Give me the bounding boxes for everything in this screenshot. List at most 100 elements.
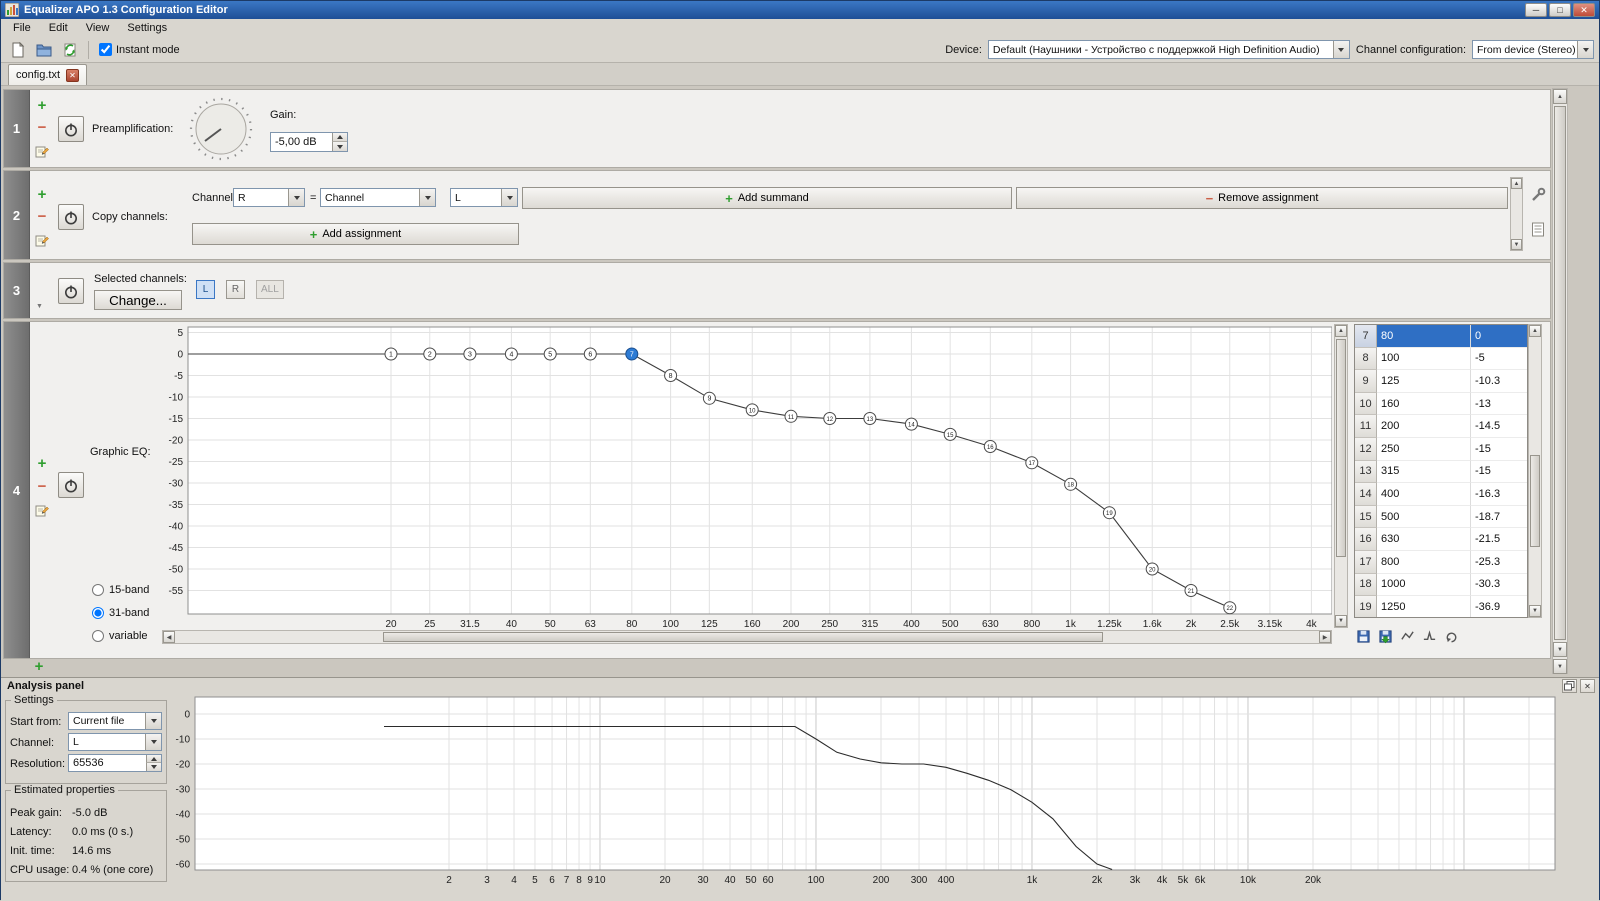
normalize-response-button[interactable] [1420, 627, 1438, 645]
instant-mode-checkbox[interactable] [99, 43, 112, 56]
scroll-right-icon[interactable]: ▶ [1319, 631, 1331, 643]
band-gain-cell[interactable]: 0 [1471, 325, 1527, 348]
scroll-down-icon[interactable]: ▼ [1529, 605, 1541, 617]
scroll-down-icon[interactable]: ▼ [1553, 642, 1567, 657]
undock-panel-button[interactable] [1562, 679, 1577, 693]
eq-mode-15-band[interactable]: 15-band [92, 578, 149, 601]
export-response-button[interactable] [1354, 627, 1372, 645]
band-gain-cell[interactable]: -30.3 [1471, 574, 1527, 597]
eq-band-marker-19[interactable]: 19 [1102, 506, 1116, 520]
edit-filter-button[interactable] [33, 231, 51, 249]
band-gain-cell[interactable]: -18.7 [1471, 506, 1527, 529]
eq-band-marker-12[interactable]: 12 [823, 412, 837, 425]
invert-response-button[interactable] [1398, 627, 1416, 645]
tab-config-txt[interactable]: config.txt ✕ [8, 64, 88, 85]
eq-table-row-18[interactable]: 18 1000 -30.3 [1355, 573, 1527, 597]
assignments-scrollbar[interactable]: ▲ ▼ [1510, 177, 1523, 251]
close-button[interactable]: ✕ [1573, 3, 1595, 17]
edit-filter-button[interactable] [33, 501, 51, 519]
eq-band-marker-21[interactable]: 21 [1184, 584, 1198, 597]
analysis-channel-select[interactable]: L [68, 733, 162, 751]
edit-filter-button[interactable] [33, 142, 51, 160]
band-gain-cell[interactable]: -36.9 [1471, 596, 1527, 617]
eq-band-marker-15[interactable]: 15 [943, 427, 957, 441]
eq-band-marker-7[interactable]: 7 [625, 347, 639, 361]
eq-band-marker-14[interactable]: 14 [904, 417, 918, 431]
filter-power-button[interactable] [58, 204, 84, 230]
remove-filter-icon[interactable]: − [34, 120, 50, 136]
band-gain-cell[interactable]: -16.3 [1471, 483, 1527, 506]
dropdown-arrow-icon[interactable] [145, 713, 161, 729]
minimize-button[interactable]: ─ [1525, 3, 1547, 17]
tab-close-icon[interactable]: ✕ [66, 68, 80, 82]
eq-table-row-17[interactable]: 17 800 -25.3 [1355, 550, 1527, 574]
scrollbar-thumb[interactable] [383, 632, 1103, 642]
maximize-button[interactable]: □ [1549, 3, 1571, 17]
eq-band-marker-2[interactable]: 2 [423, 347, 437, 361]
band-frequency-cell[interactable]: 1000 [1377, 573, 1471, 597]
scroll-up-icon[interactable]: ▲ [1511, 178, 1522, 189]
eq-band-marker-4[interactable]: 4 [504, 347, 518, 361]
dropdown-arrow-icon[interactable] [145, 734, 161, 750]
band-frequency-cell[interactable]: 160 [1377, 392, 1471, 416]
import-response-button[interactable] [1376, 627, 1394, 645]
eq-table-row-15[interactable]: 15 500 -18.7 [1355, 505, 1527, 529]
reset-response-button[interactable] [1442, 627, 1460, 645]
menu-item-file[interactable]: File [4, 20, 40, 36]
eq-band-marker-13[interactable]: 13 [863, 412, 877, 425]
band-frequency-cell[interactable]: 800 [1377, 550, 1471, 574]
menu-item-settings[interactable]: Settings [118, 20, 176, 36]
band-frequency-cell[interactable]: 630 [1377, 528, 1471, 551]
menu-item-edit[interactable]: Edit [40, 20, 77, 36]
eq-mode-variable[interactable]: variable [92, 624, 149, 647]
scrollbar-thumb[interactable] [1336, 339, 1346, 557]
instant-mode-toggle[interactable]: Instant mode [99, 43, 180, 56]
band-gain-cell[interactable]: -10.3 [1471, 370, 1527, 393]
text-view-button[interactable] [1528, 219, 1548, 239]
scroll-left-icon[interactable]: ◀ [163, 631, 175, 643]
eq-band-marker-22[interactable]: 22 [1223, 601, 1237, 615]
channel-chip-all[interactable]: ALL [256, 280, 284, 299]
remove-filter-icon[interactable]: − [34, 209, 50, 225]
spin-up-icon[interactable] [332, 133, 347, 142]
remove-assignment-button[interactable]: − Remove assignment [1016, 187, 1508, 209]
eq-band-marker-18[interactable]: 18 [1064, 477, 1078, 491]
eq-mode-radio-31-band[interactable] [92, 606, 104, 619]
close-panel-button[interactable]: ✕ [1580, 679, 1595, 693]
start-from-select[interactable]: Current file [68, 712, 162, 730]
preamp-gain-knob[interactable] [188, 96, 254, 162]
eq-graph-vertical-scrollbar[interactable]: ▲ ▼ [1334, 324, 1348, 628]
eq-band-marker-16[interactable]: 16 [983, 440, 997, 453]
eq-mode-radio-variable[interactable] [92, 629, 104, 642]
spin-up-icon[interactable] [146, 755, 161, 763]
device-select[interactable]: Default (Наушники - Устройство с поддерж… [987, 40, 1350, 59]
change-channels-button[interactable]: Change... [94, 290, 182, 310]
main-vertical-scrollbar[interactable]: ▲ ▼ ▼ [1552, 88, 1568, 674]
eq-table-row-16[interactable]: 16 630 -21.5 [1355, 528, 1527, 551]
resolution-spinbox[interactable]: 65536 [68, 754, 162, 772]
source-channel-select[interactable]: L [450, 188, 518, 207]
dropdown-arrow-icon[interactable] [419, 189, 435, 206]
eq-table-row-14[interactable]: 14 400 -16.3 [1355, 483, 1527, 506]
band-gain-cell[interactable]: -21.5 [1471, 528, 1527, 551]
dropdown-arrow-icon[interactable] [501, 189, 517, 206]
band-gain-cell[interactable]: -25.3 [1471, 551, 1527, 574]
save-file-button[interactable] [58, 39, 82, 61]
add-summand-button[interactable]: + Add summand [522, 187, 1012, 209]
band-frequency-cell[interactable]: 315 [1377, 460, 1471, 484]
target-channel-select[interactable]: R [233, 188, 305, 207]
band-frequency-cell[interactable]: 250 [1377, 437, 1471, 461]
band-frequency-cell[interactable]: 100 [1377, 347, 1471, 371]
eq-table-row-7[interactable]: 7 80 0 [1355, 325, 1527, 348]
scroll-up-icon[interactable]: ▲ [1553, 89, 1567, 104]
eq-band-marker-17[interactable]: 17 [1025, 456, 1039, 470]
band-frequency-cell[interactable]: 200 [1377, 415, 1471, 438]
channel-chip-r[interactable]: R [226, 280, 245, 299]
eq-table-row-13[interactable]: 13 315 -15 [1355, 460, 1527, 484]
spin-down-icon[interactable] [332, 142, 347, 151]
scroll-down-icon[interactable]: ▼ [1511, 239, 1522, 250]
add-assignment-button[interactable]: + Add assignment [192, 223, 519, 245]
filter-power-button[interactable] [58, 278, 84, 304]
eq-table-row-10[interactable]: 10 160 -13 [1355, 392, 1527, 416]
spin-down-icon[interactable] [146, 763, 161, 771]
